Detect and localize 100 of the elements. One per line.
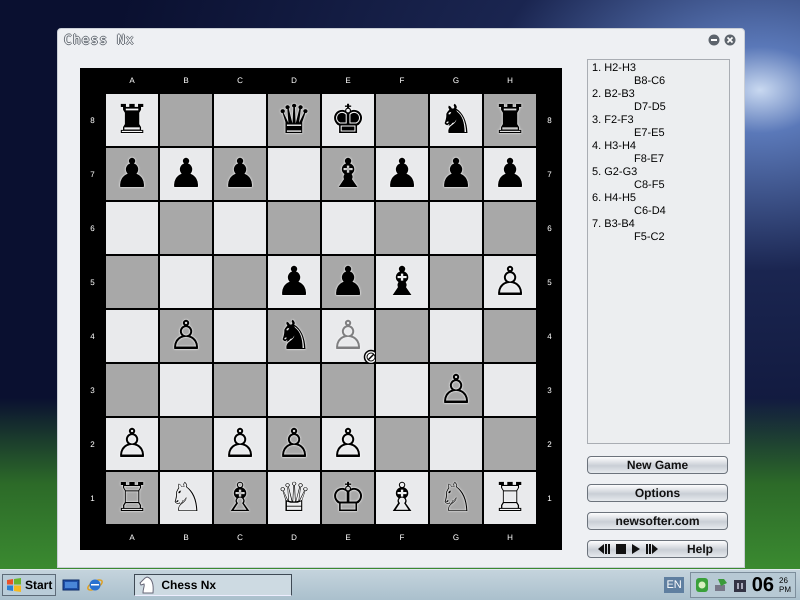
- board-square[interactable]: ♙: [321, 417, 375, 471]
- board-square[interactable]: [267, 201, 321, 255]
- play-icon[interactable]: [632, 544, 640, 554]
- browser-icon[interactable]: [86, 576, 104, 594]
- menu-button[interactable]: Options: [587, 484, 728, 502]
- chess-piece[interactable]: ♕: [276, 478, 312, 518]
- board-square[interactable]: [267, 147, 321, 201]
- board-square[interactable]: ♙: [159, 309, 213, 363]
- chess-piece[interactable]: ♙: [114, 424, 150, 464]
- chess-piece[interactable]: ♔: [330, 478, 366, 518]
- chess-piece[interactable]: ♟: [438, 154, 474, 194]
- board-square[interactable]: ♘: [429, 471, 483, 525]
- chess-piece[interactable]: ♖: [492, 478, 528, 518]
- board-square[interactable]: ♜: [105, 93, 159, 147]
- board-square[interactable]: [159, 93, 213, 147]
- board-square[interactable]: ♜: [483, 93, 537, 147]
- board-square[interactable]: ♝: [321, 147, 375, 201]
- chess-piece[interactable]: ♞: [276, 316, 312, 356]
- board-square[interactable]: ♔: [321, 471, 375, 525]
- board-square[interactable]: ♟: [159, 147, 213, 201]
- chess-piece[interactable]: ♗: [384, 478, 420, 518]
- taskbar-button[interactable]: Chess Nx: [134, 574, 292, 596]
- board-square[interactable]: [375, 93, 429, 147]
- board-square[interactable]: [429, 201, 483, 255]
- chess-piece[interactable]: ♟: [384, 154, 420, 194]
- chess-piece[interactable]: ♛: [276, 100, 312, 140]
- board-square[interactable]: [483, 309, 537, 363]
- board-square[interactable]: [159, 417, 213, 471]
- board-square[interactable]: ♗: [375, 471, 429, 525]
- board-square[interactable]: ♟: [375, 147, 429, 201]
- minimize-icon[interactable]: [708, 34, 720, 46]
- board-square[interactable]: [321, 201, 375, 255]
- chess-piece[interactable]: ♜: [492, 100, 528, 140]
- desktop-icon[interactable]: [62, 578, 80, 592]
- board-square[interactable]: ♝: [375, 255, 429, 309]
- board-square[interactable]: [375, 363, 429, 417]
- board-square[interactable]: ♟: [321, 255, 375, 309]
- board-square[interactable]: [483, 417, 537, 471]
- board-square[interactable]: [159, 363, 213, 417]
- board-square[interactable]: [105, 201, 159, 255]
- shield-icon[interactable]: [694, 577, 709, 593]
- help-button[interactable]: Help: [686, 542, 713, 556]
- board-square[interactable]: ♘: [159, 471, 213, 525]
- language-indicator[interactable]: EN: [664, 577, 684, 593]
- board-square[interactable]: [321, 363, 375, 417]
- board-square[interactable]: ♗: [213, 471, 267, 525]
- board-square[interactable]: [375, 201, 429, 255]
- board-square[interactable]: ♕: [267, 471, 321, 525]
- chess-piece[interactable]: ♙: [168, 316, 204, 356]
- board-square[interactable]: ♟: [213, 147, 267, 201]
- board-square[interactable]: ♖: [105, 471, 159, 525]
- chess-piece[interactable]: ♟: [168, 154, 204, 194]
- board-square[interactable]: [483, 201, 537, 255]
- board-square[interactable]: [429, 255, 483, 309]
- board-square[interactable]: [159, 255, 213, 309]
- chess-piece[interactable]: ♝: [330, 154, 366, 194]
- menu-button[interactable]: newsofter.com: [587, 512, 728, 530]
- board-square[interactable]: ♟: [483, 147, 537, 201]
- board-square[interactable]: ♙: [213, 417, 267, 471]
- board-square[interactable]: [375, 417, 429, 471]
- chess-piece[interactable]: ♘: [168, 478, 204, 518]
- chess-piece[interactable]: ♟: [276, 262, 312, 302]
- board-square[interactable]: [105, 255, 159, 309]
- chess-piece[interactable]: ♘: [438, 478, 474, 518]
- chess-piece[interactable]: ♙: [222, 424, 258, 464]
- chess-piece[interactable]: ♝: [384, 262, 420, 302]
- chess-piece[interactable]: ♙: [330, 424, 366, 464]
- chess-piece[interactable]: ♙: [438, 370, 474, 410]
- chess-piece[interactable]: ♟: [330, 262, 366, 302]
- skip-forward-icon[interactable]: [646, 544, 658, 554]
- board-square[interactable]: [213, 309, 267, 363]
- board-square[interactable]: ♞: [429, 93, 483, 147]
- board-square[interactable]: [375, 309, 429, 363]
- chess-piece[interactable]: ♙: [276, 424, 312, 464]
- board-square[interactable]: ♙: [105, 417, 159, 471]
- board-square[interactable]: [159, 201, 213, 255]
- board-square[interactable]: ♟: [267, 255, 321, 309]
- board-square[interactable]: [267, 363, 321, 417]
- board-square[interactable]: [429, 417, 483, 471]
- board-square[interactable]: [483, 363, 537, 417]
- board-square[interactable]: ♟: [429, 147, 483, 201]
- board-square[interactable]: [105, 309, 159, 363]
- skip-back-icon[interactable]: [598, 544, 610, 554]
- chess-piece[interactable]: ♖: [114, 478, 150, 518]
- start-button[interactable]: Start: [2, 574, 56, 596]
- board-square[interactable]: [213, 363, 267, 417]
- chess-piece[interactable]: ♞: [438, 100, 474, 140]
- board-square[interactable]: ♚: [321, 93, 375, 147]
- board-square[interactable]: ♙: [429, 363, 483, 417]
- board-square[interactable]: [213, 201, 267, 255]
- board-square[interactable]: ♞: [267, 309, 321, 363]
- board-square[interactable]: [105, 363, 159, 417]
- menu-button[interactable]: New Game: [587, 456, 728, 474]
- chess-piece[interactable]: ♜: [114, 100, 150, 140]
- chess-piece[interactable]: ♟: [222, 154, 258, 194]
- board-square[interactable]: [429, 309, 483, 363]
- chess-piece[interactable]: ♟: [492, 154, 528, 194]
- chess-piece[interactable]: ♚: [330, 100, 366, 140]
- close-icon[interactable]: [724, 34, 736, 46]
- board-square[interactable]: ♖: [483, 471, 537, 525]
